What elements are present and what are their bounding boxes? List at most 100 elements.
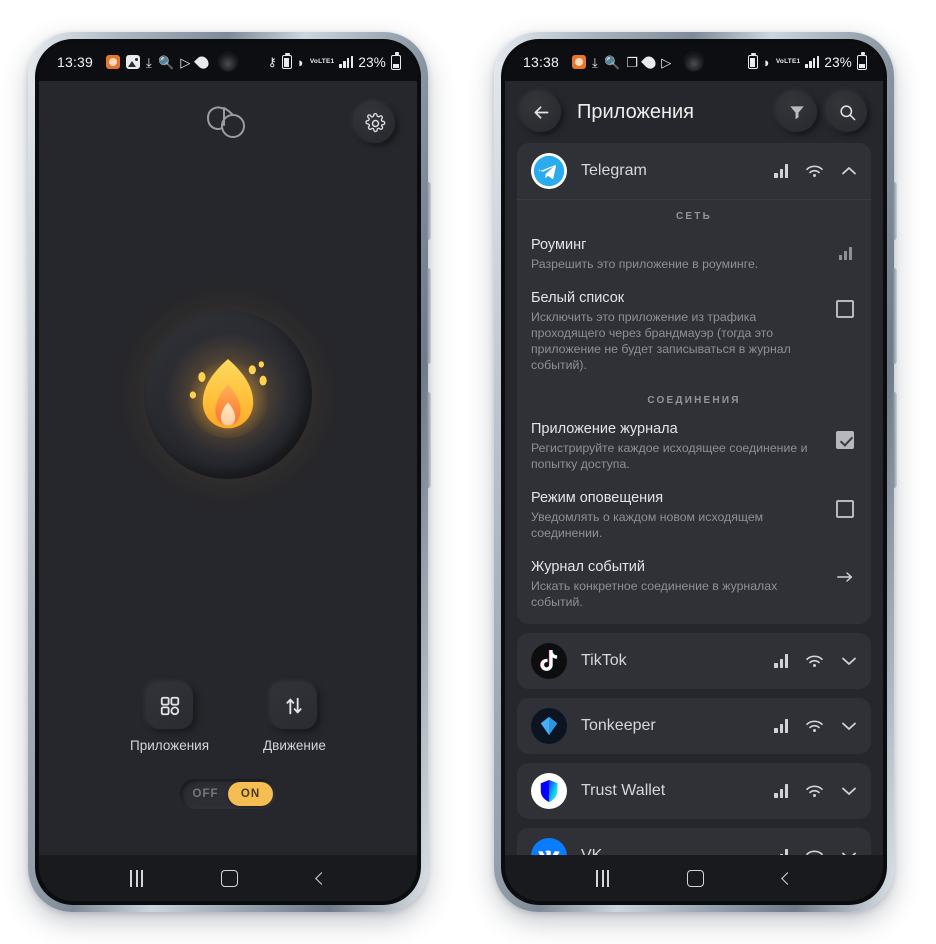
signal-bars-icon bbox=[805, 56, 820, 68]
signal-bars-icon[interactable] bbox=[774, 164, 788, 178]
battery-percent: 23% bbox=[824, 54, 852, 70]
battery-icon bbox=[391, 52, 401, 70]
option-roaming-control[interactable] bbox=[833, 237, 857, 260]
status-time: 13:38 bbox=[523, 54, 560, 70]
action-traffic[interactable]: Движение bbox=[263, 683, 326, 753]
home-button[interactable] bbox=[221, 869, 239, 887]
right-main-content: Приложения Telegram СЕТЬ Роуминг Разреши… bbox=[505, 81, 883, 855]
status-bar-right-right-icons: ◗ VoLTE1 23% bbox=[747, 52, 867, 70]
action-apps-label: Приложения bbox=[130, 738, 210, 753]
firewall-status-area bbox=[39, 107, 417, 683]
gear-icon bbox=[364, 112, 385, 132]
telegram-icon bbox=[531, 153, 567, 189]
toggle-off-option[interactable]: OFF bbox=[183, 782, 228, 806]
signal-bars-icon[interactable] bbox=[774, 654, 788, 668]
option-log-app[interactable]: Приложение журнала Регистрируйте каждое … bbox=[517, 414, 871, 483]
option-alert-mode-text: Режим оповещения Уведомлять о каждом нов… bbox=[531, 490, 821, 541]
front-camera bbox=[684, 52, 704, 71]
app-card-tonkeeper[interactable]: Tonkeeper bbox=[517, 698, 871, 754]
filter-funnel-icon bbox=[790, 106, 804, 120]
app-row-vk[interactable]: VK bbox=[517, 828, 871, 855]
chevron-down-icon[interactable] bbox=[841, 656, 857, 666]
status-bar-left: 13:39 ⤓ 🔍 ▷ ⚷ ◗ VoLTE1 23% bbox=[39, 43, 417, 81]
apps-screen-header: Приложения bbox=[505, 81, 883, 143]
signal-bars-icon[interactable] bbox=[774, 719, 788, 733]
option-event-log[interactable]: Журнал событий Искать конкретное соедине… bbox=[517, 552, 871, 624]
phone-left-bezel: 13:39 ⤓ 🔍 ▷ ⚷ ◗ VoLTE1 23% Приложения Дв… bbox=[35, 39, 421, 905]
settings-button[interactable] bbox=[355, 103, 395, 143]
option-event-log-control[interactable] bbox=[833, 559, 857, 585]
water-drop-icon bbox=[641, 53, 659, 71]
search-button[interactable] bbox=[827, 92, 867, 132]
app-row-tiktok[interactable]: TikTok bbox=[517, 633, 871, 689]
app-name-tiktok: TikTok bbox=[581, 652, 627, 669]
action-apps[interactable]: Приложения bbox=[130, 683, 209, 753]
wifi-icon[interactable] bbox=[805, 784, 824, 799]
recents-button[interactable] bbox=[596, 869, 610, 887]
home-button[interactable] bbox=[687, 869, 705, 887]
wifi-icon[interactable] bbox=[805, 164, 824, 179]
firewall-toggle[interactable]: OFF ON bbox=[180, 779, 276, 809]
status-bar-right-left-icons: 13:38 ⤓ 🔍 ❐ ▷ bbox=[523, 53, 671, 71]
side-button-top-right[interactable] bbox=[893, 182, 897, 240]
search-icon: 🔍 bbox=[158, 54, 175, 70]
side-button-volume-up-right[interactable] bbox=[893, 268, 897, 364]
option-whitelist[interactable]: Белый список Исключить это приложение из… bbox=[517, 283, 871, 384]
search-icon: 🔍 bbox=[604, 54, 621, 70]
recents-button[interactable] bbox=[130, 869, 144, 887]
wifi-icon[interactable] bbox=[805, 719, 824, 734]
side-button-volume-down[interactable] bbox=[427, 392, 431, 488]
option-whitelist-text: Белый список Исключить это приложение из… bbox=[531, 290, 821, 373]
checkbox-checked[interactable] bbox=[836, 431, 854, 449]
side-button-top[interactable] bbox=[427, 182, 431, 240]
option-roaming[interactable]: Роуминг Разрешить это приложение в роуми… bbox=[517, 230, 871, 283]
chevron-down-icon[interactable] bbox=[841, 721, 857, 731]
trustwallet-icon bbox=[531, 773, 567, 809]
wifi-icon[interactable] bbox=[805, 654, 824, 669]
cb-logo-mark bbox=[205, 105, 251, 144]
page-title: Приложения bbox=[577, 100, 695, 123]
side-button-volume-down-right[interactable] bbox=[893, 392, 897, 488]
option-alert-mode[interactable]: Режим оповещения Уведомлять о каждом нов… bbox=[517, 483, 871, 552]
search-icon bbox=[839, 104, 855, 120]
chevron-up-icon[interactable] bbox=[841, 166, 857, 176]
screenshot-canvas: 13:39 ⤓ 🔍 ▷ ⚷ ◗ VoLTE1 23% Приложения Дв… bbox=[0, 0, 936, 944]
app-card-trustwallet[interactable]: Trust Wallet bbox=[517, 763, 871, 819]
phone-left-screen: 13:39 ⤓ 🔍 ▷ ⚷ ◗ VoLTE1 23% Приложения Дв… bbox=[39, 43, 417, 901]
filter-button[interactable] bbox=[777, 92, 817, 132]
checkbox-unchecked[interactable] bbox=[836, 300, 854, 318]
app-card-tiktok[interactable]: TikTok bbox=[517, 633, 871, 689]
flame-disc[interactable] bbox=[144, 311, 312, 479]
chevron-down-icon[interactable] bbox=[841, 786, 857, 796]
battery-icon bbox=[857, 52, 867, 70]
wifi-icon: ◗ bbox=[762, 54, 771, 70]
option-alert-mode-control[interactable] bbox=[833, 490, 857, 518]
nav-bar-right bbox=[505, 855, 883, 901]
vk-icon bbox=[531, 838, 567, 855]
battery-saver-icon bbox=[747, 53, 758, 69]
apps-list[interactable]: Telegram СЕТЬ Роуминг Разрешить это прил… bbox=[505, 143, 883, 855]
option-alert-mode-title: Режим оповещения bbox=[531, 490, 664, 506]
option-log-app-control[interactable] bbox=[833, 421, 857, 449]
app-row-tonkeeper[interactable]: Tonkeeper bbox=[517, 698, 871, 754]
signal-bars-icon[interactable] bbox=[774, 784, 788, 798]
side-button-volume-up[interactable] bbox=[427, 268, 431, 364]
back-nav-button[interactable] bbox=[521, 92, 561, 132]
vpn-key-icon: ⚷ bbox=[267, 55, 277, 69]
app-row-trustwallet[interactable]: Trust Wallet bbox=[517, 763, 871, 819]
battery-saver-icon bbox=[281, 53, 292, 69]
signal-bars-icon[interactable] bbox=[838, 247, 852, 260]
app-row-telegram[interactable]: Telegram bbox=[517, 143, 871, 199]
back-button[interactable] bbox=[314, 871, 328, 885]
option-log-app-title: Приложение журнала bbox=[531, 421, 678, 437]
arrow-right-icon bbox=[837, 572, 853, 582]
option-whitelist-control[interactable] bbox=[833, 290, 857, 318]
back-button[interactable] bbox=[780, 871, 794, 885]
app-card-telegram[interactable]: Telegram СЕТЬ Роуминг Разрешить это прил… bbox=[517, 143, 871, 624]
download-icon: ⤓ bbox=[146, 54, 152, 70]
checkbox-unchecked[interactable] bbox=[836, 500, 854, 518]
app-card-vk[interactable]: VK bbox=[517, 828, 871, 855]
toggle-on-option[interactable]: ON bbox=[228, 782, 273, 806]
gallery-icon bbox=[126, 55, 141, 69]
play-store-icon: ▷ bbox=[180, 54, 191, 70]
